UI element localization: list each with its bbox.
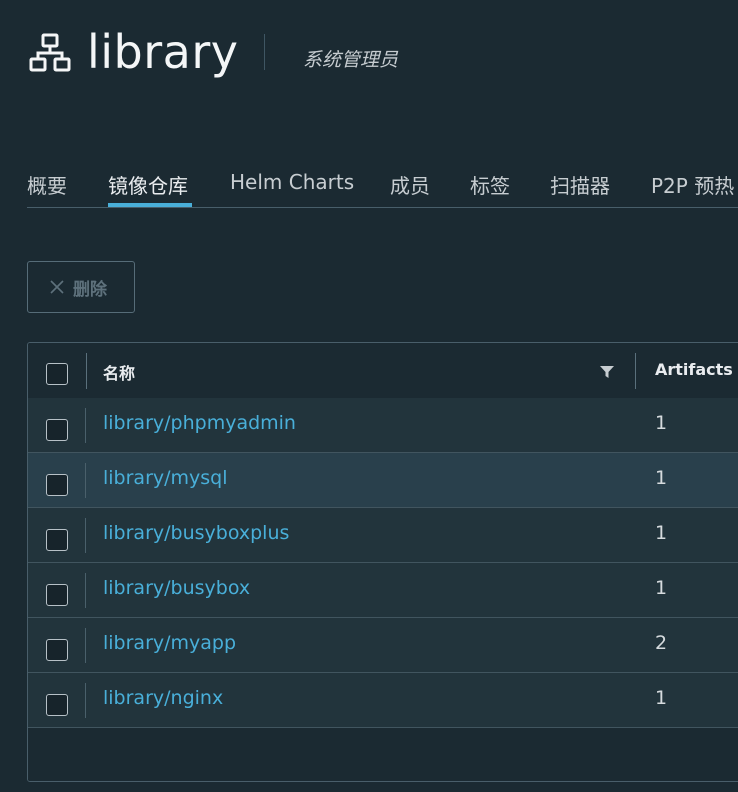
delete-button[interactable]: 删除 bbox=[27, 261, 135, 313]
filter-icon[interactable] bbox=[599, 365, 615, 379]
column-separator bbox=[85, 463, 86, 498]
tab-members[interactable]: 成员 bbox=[390, 170, 430, 199]
column-separator bbox=[86, 353, 87, 389]
role-label: 系统管理员 bbox=[303, 49, 399, 71]
table-footer bbox=[28, 728, 738, 781]
column-separator bbox=[635, 353, 636, 389]
repository-link[interactable]: library/phpmyadmin bbox=[103, 412, 296, 434]
repository-table: 名称 Artifacts library/phpmyadmin 1 librar… bbox=[27, 342, 738, 782]
table-row[interactable]: library/busybox 1 bbox=[28, 563, 738, 618]
table-row[interactable]: library/phpmyadmin 1 bbox=[28, 398, 738, 453]
column-separator bbox=[85, 408, 86, 443]
row-checkbox[interactable] bbox=[46, 694, 68, 716]
delete-button-label: 删除 bbox=[73, 279, 107, 300]
table-row[interactable]: library/busyboxplus 1 bbox=[28, 508, 738, 563]
artifacts-count: 1 bbox=[655, 687, 668, 709]
table-row[interactable]: library/mysql 1 bbox=[28, 453, 738, 508]
project-network-icon bbox=[29, 33, 71, 72]
row-checkbox[interactable] bbox=[46, 529, 68, 551]
repository-link[interactable]: library/myapp bbox=[103, 632, 236, 654]
tab-repositories[interactable]: 镜像仓库 bbox=[108, 170, 188, 199]
close-icon bbox=[50, 280, 64, 294]
artifacts-count: 1 bbox=[655, 577, 668, 599]
table-row[interactable]: library/myapp 2 bbox=[28, 618, 738, 673]
column-separator bbox=[85, 518, 86, 553]
header-divider bbox=[264, 34, 265, 70]
select-all-checkbox[interactable] bbox=[46, 363, 68, 385]
column-header-artifacts[interactable]: Artifacts bbox=[655, 360, 733, 379]
artifacts-count: 1 bbox=[655, 412, 668, 434]
tab-helm-charts[interactable]: Helm Charts bbox=[230, 170, 354, 194]
repository-link[interactable]: library/mysql bbox=[103, 467, 228, 489]
repository-link[interactable]: library/busybox bbox=[103, 577, 250, 599]
tab-scanners[interactable]: 扫描器 bbox=[550, 170, 610, 199]
repository-link[interactable]: library/nginx bbox=[103, 687, 223, 709]
column-separator bbox=[85, 573, 86, 608]
column-header-name[interactable]: 名称 bbox=[103, 360, 135, 384]
column-separator bbox=[85, 683, 86, 718]
tabs-divider bbox=[27, 207, 738, 208]
artifacts-count: 1 bbox=[655, 467, 668, 489]
repository-link[interactable]: library/busyboxplus bbox=[103, 522, 289, 544]
tab-summary[interactable]: 概要 bbox=[27, 170, 67, 199]
table-row[interactable]: library/nginx 1 bbox=[28, 673, 738, 728]
project-title: library bbox=[87, 25, 239, 79]
tab-labels[interactable]: 标签 bbox=[470, 170, 510, 199]
artifacts-count: 2 bbox=[655, 632, 668, 654]
active-tab-indicator bbox=[108, 203, 192, 207]
artifacts-count: 1 bbox=[655, 522, 668, 544]
row-checkbox[interactable] bbox=[46, 639, 68, 661]
page: library 系统管理员 概要 镜像仓库 Helm Charts 成员 标签 … bbox=[0, 0, 738, 792]
row-checkbox[interactable] bbox=[46, 584, 68, 606]
row-checkbox[interactable] bbox=[46, 419, 68, 441]
tab-p2p-preheat[interactable]: P2P 预热 bbox=[651, 170, 734, 199]
row-checkbox[interactable] bbox=[46, 474, 68, 496]
column-separator bbox=[85, 628, 86, 663]
table-header: 名称 Artifacts bbox=[28, 343, 738, 399]
